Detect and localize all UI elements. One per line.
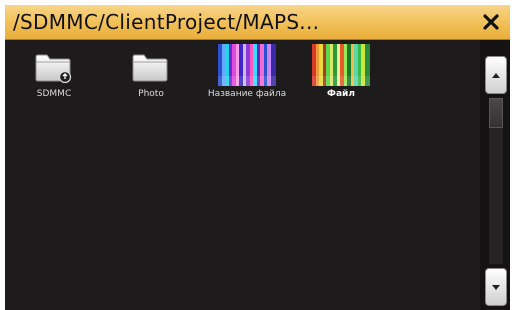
close-icon[interactable]	[482, 13, 500, 31]
folder-icon	[34, 52, 74, 84]
item-label: Файл	[327, 89, 355, 99]
file-browser-window: /SDMMC/ClientProject/MAPS... SDMMC Photo…	[5, 5, 510, 310]
scroll-up-button[interactable]	[485, 56, 507, 94]
image-thumbnail-icon	[218, 44, 276, 86]
list-item[interactable]: SDMMC	[5, 42, 104, 106]
item-label: Photo	[138, 89, 164, 99]
title-bar: /SDMMC/ClientProject/MAPS...	[5, 5, 510, 40]
item-label: Название файла	[207, 89, 287, 99]
item-label: SDMMC	[36, 89, 72, 99]
folder-icon	[131, 52, 171, 84]
image-thumbnail-icon	[312, 44, 370, 86]
scroll-down-button[interactable]	[485, 268, 507, 306]
file-grid: SDMMC Photo Название файла Файл	[5, 40, 480, 310]
list-item[interactable]: Файл	[291, 42, 391, 106]
scroll-track[interactable]	[489, 98, 503, 264]
scroll-thumb[interactable]	[489, 98, 503, 128]
list-item[interactable]: Название файла	[197, 42, 297, 106]
vertical-scrollbar[interactable]	[480, 40, 510, 310]
list-item[interactable]: Photo	[101, 42, 201, 106]
arrow-up-icon	[492, 73, 500, 78]
window-title: /SDMMC/ClientProject/MAPS...	[13, 10, 320, 34]
arrow-down-icon	[492, 285, 500, 290]
